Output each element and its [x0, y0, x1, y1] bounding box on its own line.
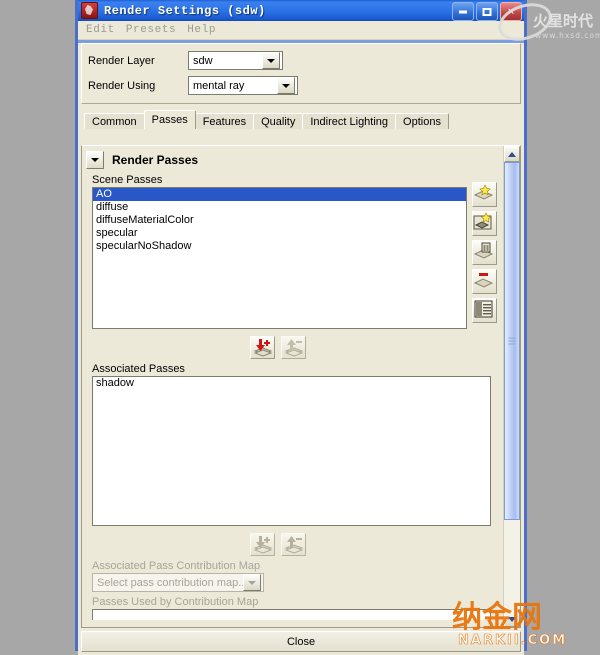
render-target-panel: Render Layer sdw Render Using mental ray: [81, 43, 521, 104]
tab-options[interactable]: Options: [395, 113, 449, 129]
scroll-down-arrow[interactable]: [504, 611, 520, 627]
contribution-map-value: Select pass contribution map...: [97, 576, 243, 589]
remove-pass-button[interactable]: [280, 336, 306, 359]
scene-passes-list[interactable]: AO diffuse diffuseMaterialColor specular…: [92, 187, 467, 329]
render-layer-combo[interactable]: sdw: [188, 51, 283, 70]
menu-item-help[interactable]: Help: [185, 23, 225, 37]
maya-render-icon: [81, 2, 98, 19]
associated-passes-label: Associated Passes: [92, 363, 185, 375]
render-layer-label: Render Layer: [88, 54, 155, 67]
create-pass-from-preset-button[interactable]: [472, 211, 497, 236]
render-layer-value: sdw: [193, 54, 213, 67]
render-layer-row: Render Layer sdw: [86, 50, 516, 71]
pass-tools-column: [472, 182, 497, 323]
passes-scroll-area: Render Passes Scene Passes AO diffuse di…: [82, 146, 503, 627]
create-new-pass-button[interactable]: [472, 182, 497, 207]
scene-passes-label: Scene Passes: [92, 174, 163, 186]
chevron-down-icon[interactable]: [277, 77, 295, 94]
list-item[interactable]: specular: [93, 227, 466, 240]
contribution-map-label: Associated Pass Contribution Map: [92, 560, 261, 572]
scroll-track[interactable]: [504, 162, 520, 611]
pass-attributes-button[interactable]: [472, 298, 497, 323]
remove-contribution-map-button[interactable]: [280, 533, 306, 556]
tab-common[interactable]: Common: [84, 113, 145, 129]
tab-passes[interactable]: Passes: [143, 110, 196, 129]
menu-item-presets[interactable]: Presets: [124, 23, 185, 37]
menu-bar: Edit Presets Help: [78, 21, 524, 40]
window-body: Render Layer sdw Render Using mental ray…: [78, 43, 524, 655]
window-controls: ✕: [452, 2, 522, 21]
close-button[interactable]: Close: [81, 631, 521, 652]
svg-text:www.hxsd.com: www.hxsd.com: [535, 31, 600, 40]
window-title: Render Settings (sdw): [104, 3, 266, 18]
associated-passes-list[interactable]: shadow: [92, 376, 491, 526]
list-item[interactable]: diffuse: [93, 201, 466, 214]
render-using-combo[interactable]: mental ray: [188, 76, 298, 95]
list-item[interactable]: AO: [93, 188, 466, 201]
window-close-button[interactable]: ✕: [500, 2, 522, 21]
chevron-down-icon[interactable]: [243, 574, 261, 591]
maximize-button[interactable]: [476, 2, 498, 21]
chevron-down-icon[interactable]: [262, 52, 280, 69]
tab-indirect-lighting[interactable]: Indirect Lighting: [302, 113, 397, 129]
chevron-down-icon[interactable]: [86, 151, 104, 169]
pass-transfer-button-row: [82, 336, 473, 359]
svg-text:火星时代: 火星时代: [533, 12, 593, 30]
tab-features[interactable]: Features: [194, 113, 255, 129]
passes-tab-panel: Render Passes Scene Passes AO diffuse di…: [81, 145, 521, 628]
contribution-map-combo[interactable]: Select pass contribution map...: [92, 573, 264, 592]
passes-used-list[interactable]: [92, 609, 491, 620]
delete-pass-button[interactable]: [472, 269, 497, 294]
duplicate-pass-button[interactable]: [472, 240, 497, 265]
render-settings-window: Render Settings (sdw) ✕ Edit Presets Hel…: [75, 0, 527, 655]
minimize-button[interactable]: [452, 2, 474, 21]
list-item[interactable]: specularNoShadow: [93, 240, 466, 253]
tab-quality[interactable]: Quality: [253, 113, 304, 129]
render-using-value: mental ray: [193, 79, 245, 92]
render-using-label: Render Using: [88, 79, 156, 92]
vertical-scrollbar[interactable]: [503, 146, 520, 627]
contribution-button-row: [82, 533, 473, 556]
menu-item-edit[interactable]: Edit: [84, 23, 124, 37]
render-passes-frame-header[interactable]: Render Passes: [86, 150, 503, 170]
render-using-row: Render Using mental ray: [86, 75, 516, 96]
list-item[interactable]: diffuseMaterialColor: [93, 214, 466, 227]
scroll-thumb[interactable]: [504, 162, 520, 520]
tab-strip: Common Passes Features Quality Indirect …: [84, 110, 524, 129]
add-pass-button[interactable]: [249, 336, 275, 359]
list-item[interactable]: shadow: [93, 377, 490, 390]
add-contribution-map-button[interactable]: [249, 533, 275, 556]
render-passes-title: Render Passes: [112, 153, 199, 167]
title-bar: Render Settings (sdw) ✕: [78, 0, 524, 21]
footer-bar: Close: [81, 631, 521, 652]
scroll-up-arrow[interactable]: [504, 146, 520, 162]
passes-used-label: Passes Used by Contribution Map: [92, 596, 259, 608]
